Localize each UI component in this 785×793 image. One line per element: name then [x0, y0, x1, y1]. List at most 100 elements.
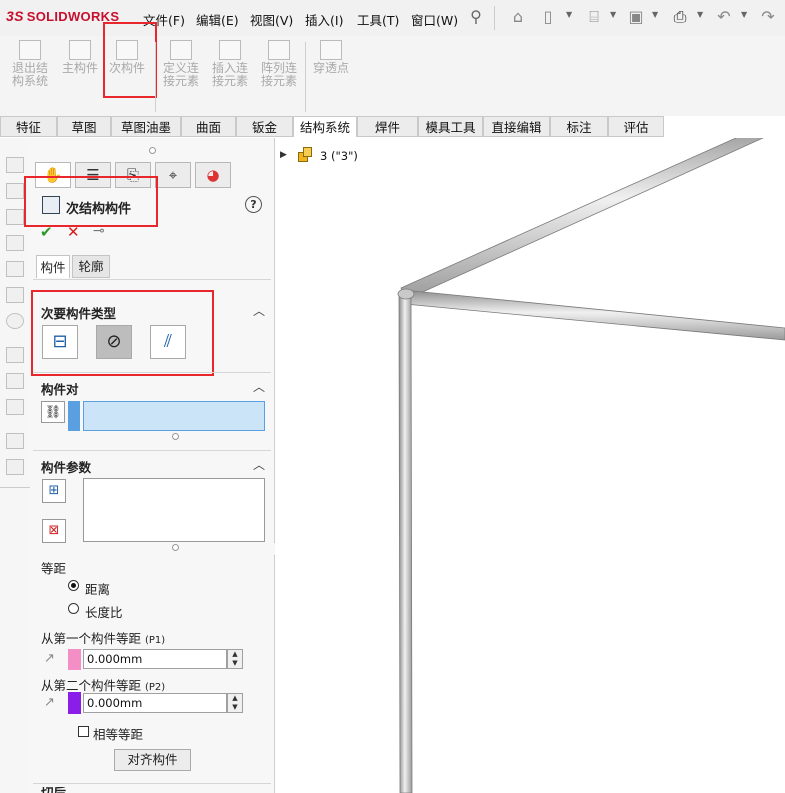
print-dropdown-icon[interactable]: ▼	[697, 10, 703, 19]
tab-features[interactable]: 特征	[0, 116, 57, 137]
open-folder-icon[interactable]: ⌸	[584, 8, 604, 26]
ok-icon[interactable]: ✔	[40, 223, 53, 241]
cube-icon[interactable]	[6, 183, 24, 199]
cube-icon[interactable]	[6, 287, 24, 303]
p1-color-marker	[68, 649, 81, 670]
save-icon[interactable]: ▣	[626, 8, 646, 26]
subtab-members[interactable]: 构件	[36, 255, 70, 278]
support-plane-icon: ⊟	[52, 331, 68, 352]
collapse-icon[interactable]: ︿	[253, 302, 265, 319]
section-member-params-title: 构件参数	[41, 460, 92, 475]
menu-edit[interactable]: 编辑(E)	[196, 10, 239, 29]
exit-structure-system-button[interactable]: 退出结 构系统	[7, 40, 53, 88]
cube-icon[interactable]	[6, 157, 24, 173]
p1-offset-input[interactable]: 0.000mm	[83, 649, 227, 669]
insert-connection-icon	[219, 40, 241, 60]
remove-member-icon[interactable]: ⊠	[42, 519, 66, 543]
tab-sketch[interactable]: 草图	[57, 116, 111, 137]
align-member-button[interactable]: 对齐构件	[114, 749, 191, 771]
vertical-column	[398, 292, 413, 793]
divider	[33, 279, 271, 280]
length-ratio-radio-label[interactable]: 长度比	[85, 602, 123, 621]
section-member-type-title: 次要构件类型	[41, 306, 117, 321]
copy-icon[interactable]	[6, 433, 24, 449]
p2-color-marker	[68, 692, 81, 714]
distance-arrow-icon: ↗	[44, 651, 55, 666]
tab-structure-system[interactable]: 结构系统	[293, 116, 357, 137]
menu-view[interactable]: 视图(V)	[250, 10, 293, 29]
tab-direct-editing[interactable]: 直接编辑	[483, 116, 550, 137]
tab-dimxpert[interactable]: ⌖	[155, 162, 191, 188]
next-section-title-cut: 切后	[41, 787, 161, 793]
pierce-point-icon	[320, 40, 342, 60]
new-document-dropdown-icon[interactable]: ▼	[566, 10, 572, 19]
pushpin-icon[interactable]: ⊸	[93, 223, 105, 239]
pierce-point-button[interactable]: 穿透点	[308, 40, 354, 75]
between-points-icon: ⊘	[106, 331, 122, 352]
tab-sheet-metal[interactable]: 钣金	[236, 116, 293, 137]
print-icon[interactable]: ⎙	[670, 8, 690, 26]
support-plane-member-button[interactable]: ⊟	[42, 325, 78, 359]
edit-icon[interactable]	[6, 373, 24, 389]
open-dropdown-icon[interactable]: ▼	[610, 10, 616, 19]
member-pair-selection-box[interactable]	[83, 401, 265, 431]
new-document-icon[interactable]: ▯	[538, 8, 558, 26]
p2-offset-input[interactable]: 0.000mm	[83, 693, 227, 713]
insert-connection-button[interactable]: 插入连 接元素	[207, 40, 253, 88]
up-to-member-button[interactable]: ⫽	[150, 325, 186, 359]
equal-offset-label[interactable]: 相等等距	[93, 724, 143, 743]
splitter-handle[interactable]	[149, 147, 156, 154]
cancel-icon[interactable]: ✕	[67, 223, 80, 241]
member-params-list[interactable]	[83, 478, 265, 542]
help-icon[interactable]: ?	[245, 196, 262, 213]
add-member-icon[interactable]: ⊞	[42, 479, 66, 503]
display-icon[interactable]	[6, 399, 24, 415]
crosshair-icon: ⌖	[168, 166, 178, 184]
subtab-profile[interactable]: 轮廓	[72, 255, 110, 278]
secondary-member-icon	[42, 196, 60, 214]
p1-label: 从第一个构件等距 (P1)	[41, 631, 166, 646]
p2-spinner[interactable]: ▲ ▼	[227, 693, 243, 713]
between-points-member-button[interactable]: ⊘	[96, 325, 132, 359]
p1-spinner[interactable]: ▲ ▼	[227, 649, 243, 669]
menu-tools[interactable]: 工具(T)	[357, 10, 399, 29]
tab-surfaces[interactable]: 曲面	[181, 116, 236, 137]
section-member-pair-title: 构件对	[41, 382, 79, 397]
collapse-icon[interactable]: ︿	[253, 378, 265, 395]
tab-markup[interactable]: 标注	[550, 116, 608, 137]
pattern-connection-button[interactable]: 阵列连 接元素	[256, 40, 302, 88]
copy-icon[interactable]	[6, 459, 24, 475]
pin-icon[interactable]: ⚲	[466, 8, 486, 26]
menu-insert[interactable]: 插入(I)	[305, 10, 343, 29]
primary-member-icon	[69, 40, 91, 60]
selection-color-marker	[68, 401, 80, 431]
primary-member-button[interactable]: 主构件	[57, 40, 103, 75]
save-dropdown-icon[interactable]: ▼	[652, 10, 658, 19]
undo-icon[interactable]: ↶	[714, 8, 734, 26]
undo-dropdown-icon[interactable]: ▼	[741, 10, 747, 19]
length-ratio-radio[interactable]	[68, 603, 79, 614]
ribbon-separator	[155, 42, 156, 112]
sphere-icon[interactable]	[6, 313, 24, 329]
home-icon[interactable]: ⌂	[508, 8, 528, 26]
tab-sketch-ink[interactable]: 草图油墨	[111, 116, 181, 137]
distance-radio[interactable]	[68, 580, 79, 591]
divider	[33, 372, 271, 373]
cube-icon[interactable]	[6, 209, 24, 225]
distance-radio-label[interactable]: 距离	[85, 579, 110, 598]
tab-weldments[interactable]: 焊件	[357, 116, 418, 137]
edit-icon[interactable]	[6, 347, 24, 363]
resize-handle[interactable]	[172, 433, 179, 440]
tab-evaluate[interactable]: 评估	[608, 116, 664, 137]
cube-icon[interactable]	[6, 235, 24, 251]
link-icon[interactable]: ⛓	[41, 401, 65, 423]
collapse-icon[interactable]: ︿	[253, 456, 265, 473]
tab-mold-tools[interactable]: 模具工具	[418, 116, 483, 137]
menu-window[interactable]: 窗口(W)	[411, 10, 458, 29]
tab-display-manager[interactable]: ◕	[195, 162, 231, 188]
resize-handle[interactable]	[172, 544, 179, 551]
redo-icon[interactable]: ↷	[758, 8, 778, 26]
equal-offset-checkbox[interactable]	[78, 726, 89, 737]
define-connection-button[interactable]: 定义连 接元素	[158, 40, 204, 88]
cube-icon[interactable]	[6, 261, 24, 277]
